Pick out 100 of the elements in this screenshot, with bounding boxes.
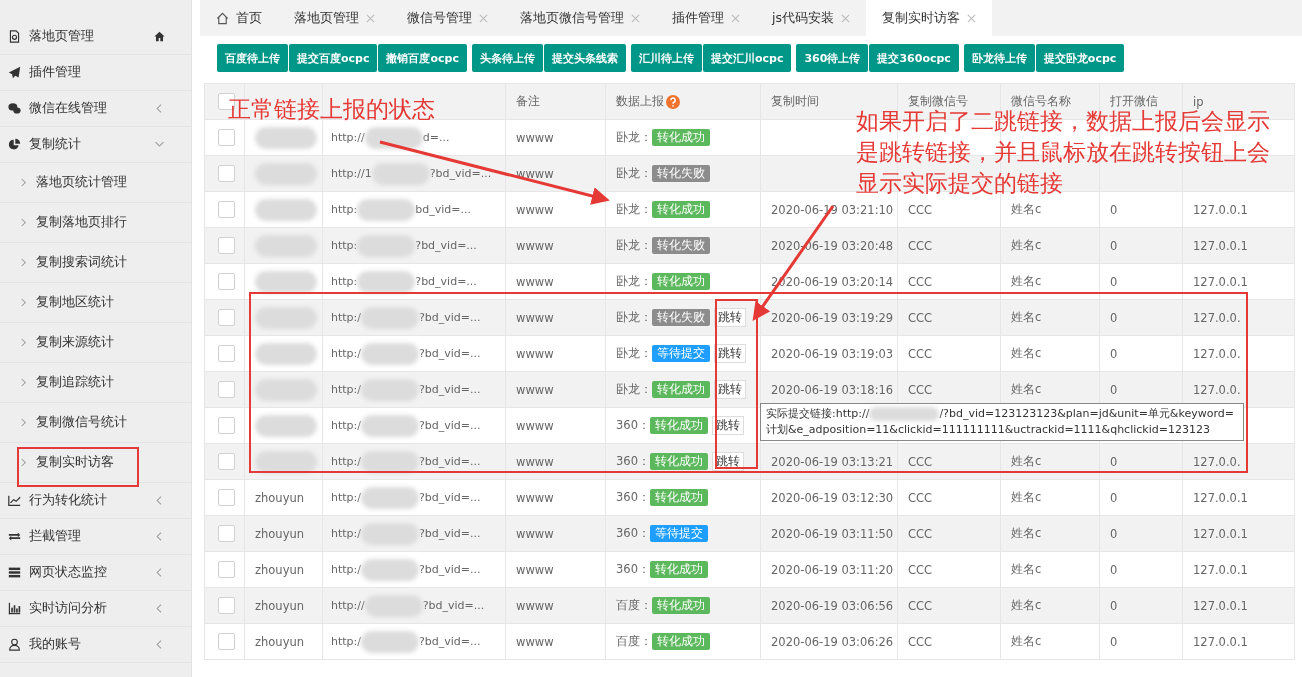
home-icon [154, 31, 165, 42]
url-end: ?bd_vid=... [419, 310, 481, 324]
table-cell: wwww [516, 202, 554, 217]
sidebar-subitem[interactable]: 复制落地页排行 [0, 203, 191, 243]
checkbox[interactable] [218, 597, 235, 614]
checkbox[interactable] [218, 561, 235, 578]
platform-label: 360： [616, 490, 650, 504]
sidebar-item[interactable]: 网页状态监控 [0, 555, 191, 591]
status-badge: 转化成功 [649, 453, 708, 470]
checkbox[interactable] [218, 345, 235, 362]
blurred-area [361, 414, 419, 437]
sidebar-subitem[interactable]: 复制地区统计 [0, 283, 191, 323]
status-badge: 转化失败 [652, 165, 710, 182]
document-icon [8, 30, 21, 43]
sidebar-subitem[interactable]: 复制来源统计 [0, 323, 191, 363]
jump-button[interactable]: 跳转 [714, 380, 746, 399]
url-end: ?bd_vid=... [415, 238, 477, 252]
url-start: http://1 [331, 166, 372, 180]
close-icon[interactable] [631, 13, 640, 23]
close-icon[interactable] [731, 13, 740, 23]
blurred-area [357, 270, 416, 293]
table-cell: 2020-06-19 03:06:26 [771, 634, 894, 649]
checkbox[interactable] [218, 633, 235, 650]
tab[interactable]: 插件管理 [656, 0, 756, 36]
tab[interactable]: 落地页微信号管理 [504, 0, 656, 36]
chevron-right-icon [20, 338, 27, 347]
status-badge: 转化成功 [652, 633, 710, 650]
checkbox[interactable] [218, 381, 235, 398]
action-button[interactable]: 提交360ocpc [869, 44, 959, 72]
checkbox[interactable] [218, 129, 235, 146]
action-button[interactable]: 提交百度ocpc [289, 44, 378, 72]
sidebar-subitem[interactable]: 落地页统计管理 [0, 163, 191, 203]
checkbox[interactable] [218, 273, 235, 290]
jump-button[interactable]: 跳转 [714, 344, 746, 363]
action-button[interactable]: 提交头条线索 [543, 44, 626, 72]
close-icon[interactable] [366, 13, 375, 23]
jump-button[interactable]: 跳转 [711, 416, 744, 435]
url-end: ?bd_vid=... [419, 634, 481, 648]
sidebar-item[interactable]: 落地页管理 [0, 19, 191, 55]
sidebar-item[interactable]: 复制统计 [0, 127, 191, 163]
checkbox[interactable] [218, 453, 235, 470]
column-header: 数据上报 [616, 94, 664, 109]
action-button[interactable]: 360待上传 [796, 44, 869, 72]
platform-label: 百度： [616, 634, 652, 648]
tab[interactable]: 复制实时访客 [866, 0, 992, 36]
bar-chart-icon [8, 602, 21, 615]
tab[interactable]: js代码安装 [756, 0, 866, 36]
checkbox[interactable] [218, 201, 235, 218]
sidebar-item[interactable]: 行为转化统计 [0, 483, 191, 519]
table-cell: 0 [1110, 310, 1118, 325]
tab[interactable]: 首页 [200, 0, 278, 36]
checkbox[interactable] [218, 309, 235, 326]
help-icon[interactable] [666, 94, 680, 109]
close-icon[interactable] [479, 13, 488, 23]
checkbox[interactable] [218, 237, 235, 254]
column-header: 复制时间 [771, 94, 819, 108]
action-button[interactable]: 头条待上传 [471, 44, 543, 72]
table-cell: CCC [908, 202, 933, 217]
checkbox[interactable] [218, 525, 235, 542]
platform-label: 卧龙： [616, 238, 652, 252]
tab[interactable]: 落地页管理 [278, 0, 391, 36]
table-cell: 127.0.0.1 [1193, 202, 1248, 217]
sidebar-subitem[interactable]: 复制追踪统计 [0, 363, 191, 403]
sidebar-item[interactable]: 我的账号 [0, 627, 191, 663]
action-button[interactable]: 汇川待上传 [630, 44, 702, 72]
sidebar-subitem[interactable]: 复制微信号统计 [0, 403, 191, 443]
action-button[interactable]: 提交卧龙ocpc [1035, 44, 1125, 72]
sidebar-subitem[interactable]: 复制搜索词统计 [0, 243, 191, 283]
table-cell: 127.0.0.1 [1193, 274, 1248, 289]
sidebar-item[interactable]: 实时访问分析 [0, 591, 191, 627]
table-cell: 2020-06-19 03:18:16 [771, 382, 894, 397]
tab[interactable]: 微信号管理 [391, 0, 504, 36]
sidebar-item[interactable]: 拦截管理 [0, 519, 191, 555]
paper-plane-icon [8, 66, 21, 79]
table-cell: 姓名c [1011, 346, 1042, 360]
checkbox[interactable] [218, 165, 235, 182]
table-cell: wwww [516, 310, 554, 325]
action-button[interactable]: 百度待上传 [217, 44, 288, 72]
url-start: http:/ [331, 490, 361, 504]
url-end: d=... [422, 130, 450, 144]
close-icon[interactable] [967, 13, 976, 23]
table-cell: 127.0.0. [1193, 454, 1241, 469]
sidebar-item[interactable]: 微信在线管理 [0, 91, 191, 127]
table-cell: 0 [1110, 274, 1118, 289]
table-cell: 127.0.0. [1193, 310, 1241, 325]
column-header: 微信号名称 [1011, 94, 1071, 108]
table-cell: 0 [1110, 526, 1118, 541]
sidebar-subitem[interactable]: 复制实时访客 [0, 443, 191, 483]
action-button[interactable]: 卧龙待上传 [963, 44, 1035, 72]
action-button[interactable]: 提交汇川ocpc [702, 44, 792, 72]
table-cell: 姓名c [1011, 238, 1042, 252]
table-cell: 2020-06-19 03:06:56 [771, 598, 894, 613]
jump-button[interactable]: 跳转 [714, 308, 746, 327]
checkbox[interactable] [218, 417, 235, 434]
checkbox[interactable] [218, 489, 235, 506]
action-button[interactable]: 撤销百度ocpc [378, 44, 467, 72]
close-icon[interactable] [841, 13, 850, 23]
blurred-area [255, 342, 317, 365]
sidebar-item[interactable]: 插件管理 [0, 55, 191, 91]
table-cell: zhouyun [255, 490, 305, 505]
